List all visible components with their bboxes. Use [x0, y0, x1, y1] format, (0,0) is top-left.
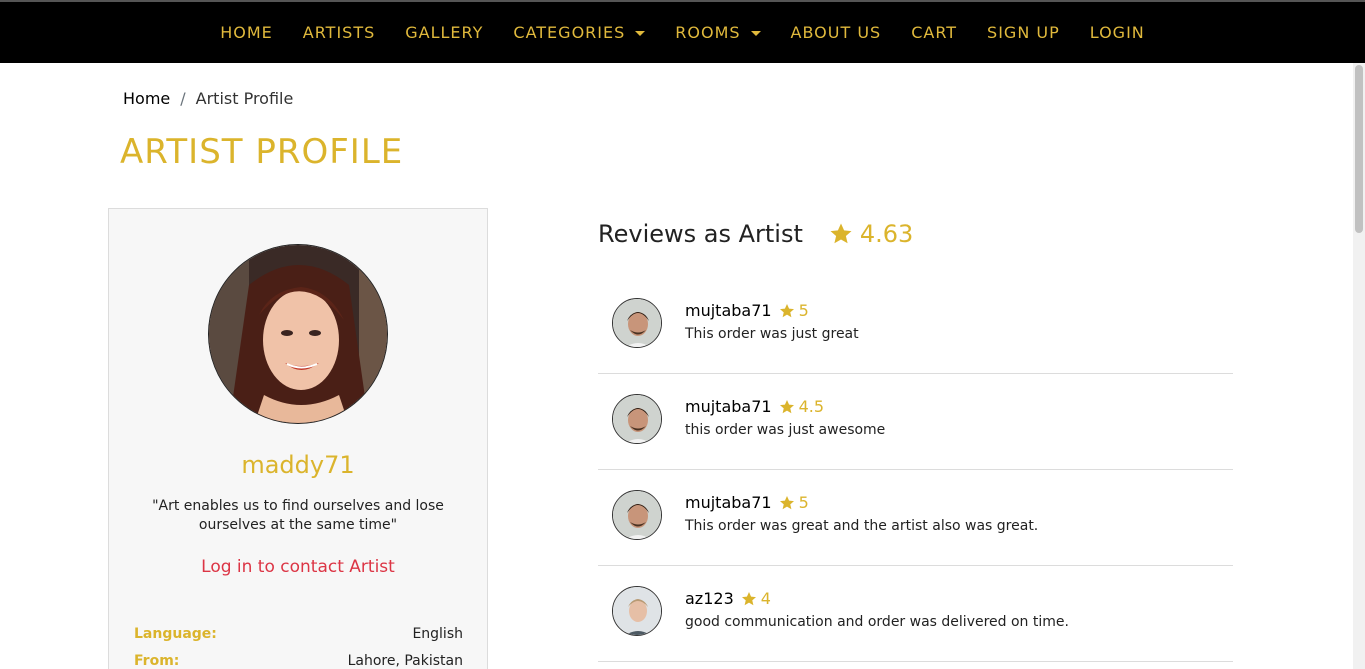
reviewer-name[interactable]: mujtaba71: [685, 397, 772, 416]
breadcrumb-home-link[interactable]: Home: [123, 89, 170, 108]
star-icon: [779, 303, 794, 317]
nav-categories-label: CATEGORIES: [513, 23, 626, 42]
nav-signup-label: SIGN UP: [987, 23, 1060, 42]
nav-artists[interactable]: ARTISTS: [288, 23, 390, 42]
review-item: mujtaba71 4.5 this order was just awesom…: [598, 374, 1233, 470]
scrollbar-thumb[interactable]: [1355, 65, 1363, 233]
info-label: From:: [134, 653, 180, 669]
reviewer-name[interactable]: mujtaba71: [685, 301, 772, 320]
star-icon: [830, 223, 852, 244]
star-icon: [779, 399, 794, 413]
review-score: 4.5: [798, 397, 825, 416]
star-icon: [779, 495, 794, 509]
review-item: mujtaba71 5 This order was just great: [598, 278, 1233, 374]
review-item: mujtaba71 5 This order was great and the…: [598, 470, 1233, 566]
nav-home[interactable]: HOME: [205, 23, 288, 42]
top-navbar: HOME ARTISTS GALLERY CATEGORIES ROOMS AB…: [0, 0, 1365, 63]
reviewer-avatar[interactable]: [612, 394, 662, 444]
nav-home-label: HOME: [220, 23, 273, 42]
nav-categories-dropdown[interactable]: CATEGORIES: [498, 23, 660, 42]
review-list: mujtaba71 5 This order was just great mu…: [598, 278, 1233, 662]
review-score: 5: [798, 493, 809, 512]
woman-portrait-icon: [209, 245, 387, 423]
review-header: mujtaba71 5: [685, 301, 809, 320]
nav-sign-up[interactable]: SIGN UP: [972, 23, 1075, 42]
overall-rating-value: 4.63: [859, 220, 914, 248]
review-text: good communication and order was deliver…: [685, 614, 1069, 630]
nav-rooms-label: ROOMS: [675, 23, 741, 42]
review-text: This order was great and the artist also…: [685, 518, 1039, 534]
reviews-header: Reviews as Artist 4.63: [598, 220, 913, 248]
nav-list: HOME ARTISTS GALLERY CATEGORIES ROOMS AB…: [0, 2, 1365, 63]
page-title: ARTIST PROFILE: [120, 132, 404, 172]
review-item: az123 4 good communication and order was…: [598, 566, 1233, 662]
man-portrait-icon: [613, 395, 661, 443]
breadcrumb-current: Artist Profile: [195, 89, 294, 108]
caret-down-icon: [635, 31, 646, 36]
nav-about-label: ABOUT US: [790, 23, 882, 42]
artist-avatar: [208, 244, 388, 424]
star-icon: [741, 591, 756, 605]
nav-login[interactable]: LOGIN: [1075, 23, 1160, 42]
reviewer-name[interactable]: mujtaba71: [685, 493, 772, 512]
artist-quote: "Art enables us to find ourselves and lo…: [152, 498, 444, 533]
review-header: mujtaba71 4.5: [685, 397, 824, 416]
reviewer-avatar[interactable]: [612, 298, 662, 348]
nav-about-us[interactable]: ABOUT US: [776, 23, 897, 42]
reviewer-name[interactable]: az123: [685, 589, 734, 608]
info-label: Language:: [134, 626, 217, 642]
nav-artists-label: ARTISTS: [302, 23, 376, 42]
nav-login-label: LOGIN: [1089, 23, 1145, 42]
breadcrumb: Home / Artist Profile: [123, 89, 293, 108]
review-score: 4: [760, 589, 771, 608]
artist-username: maddy71: [241, 451, 355, 479]
reviewer-avatar[interactable]: [612, 586, 662, 636]
login-to-contact-link[interactable]: Log in to contact Artist: [109, 557, 487, 577]
info-row-language: Language: English: [134, 626, 463, 642]
review-text: This order was just great: [685, 326, 859, 342]
nav-cart-label: CART: [911, 23, 958, 42]
review-text: this order was just awesome: [685, 422, 886, 438]
man-portrait-icon: [613, 299, 661, 347]
nav-gallery-label: GALLERY: [405, 23, 484, 42]
nav-rooms-dropdown[interactable]: ROOMS: [660, 23, 775, 42]
man-portrait-icon: [613, 587, 661, 635]
overall-rating: 4.63: [829, 220, 913, 248]
artist-profile-card: maddy71 "Art enables us to find ourselve…: [108, 208, 488, 669]
info-value: Lahore, Pakistan: [347, 653, 463, 669]
review-header: az123 4: [685, 589, 771, 608]
breadcrumb-separator: /: [180, 89, 186, 108]
info-value: English: [412, 626, 463, 642]
man-portrait-icon: [613, 491, 661, 539]
review-score: 5: [798, 301, 809, 320]
caret-down-icon: [750, 31, 761, 36]
nav-cart[interactable]: CART: [896, 23, 972, 42]
info-row-from: From: Lahore, Pakistan: [134, 653, 463, 669]
nav-gallery[interactable]: GALLERY: [390, 23, 498, 42]
reviewer-avatar[interactable]: [612, 490, 662, 540]
review-header: mujtaba71 5: [685, 493, 809, 512]
reviews-title: Reviews as Artist: [598, 220, 803, 248]
